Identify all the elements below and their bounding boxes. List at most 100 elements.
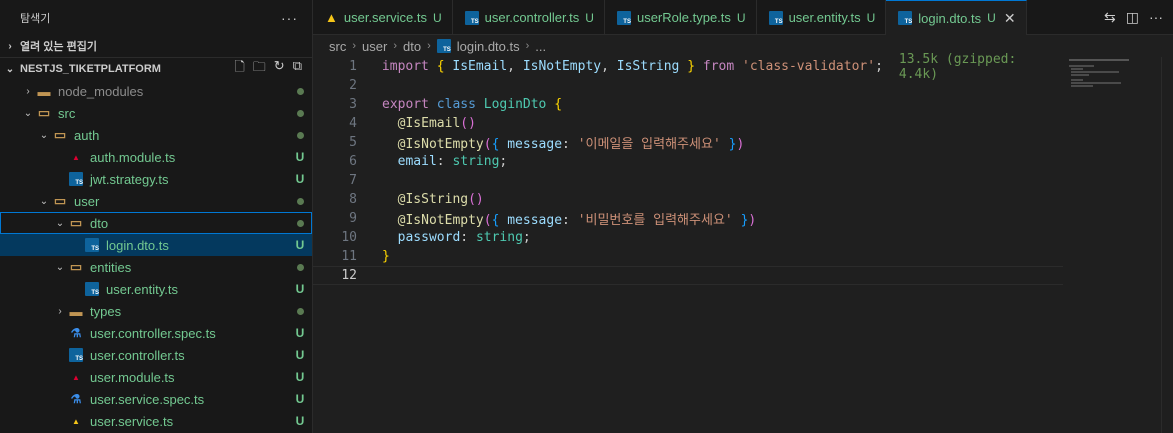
- line-number: 12: [341, 268, 357, 283]
- status-dot: [288, 304, 312, 318]
- refresh-icon[interactable]: ↻: [274, 58, 285, 80]
- line-number: 11: [341, 249, 357, 264]
- minimap[interactable]: [1063, 57, 1163, 117]
- breadcrumb-item[interactable]: user: [362, 39, 387, 54]
- project-label: NESTJS_TIKETPLATFORM: [20, 63, 161, 75]
- tab-status: U: [432, 10, 442, 25]
- explorer-title: 탐색기: [20, 12, 51, 25]
- chevron-down-icon: ⌄: [55, 217, 65, 229]
- compare-changes-icon[interactable]: ⇆: [1104, 9, 1116, 26]
- tree-item[interactable]: TS user.entity.ts U: [0, 278, 312, 300]
- tree-item-label: user.service.spec.ts: [90, 391, 205, 407]
- tree-item-label: jwt.strategy.ts: [90, 171, 169, 187]
- folder-icon: ▬: [37, 83, 51, 99]
- chevron-right-icon: ›: [352, 40, 357, 52]
- tree-item[interactable]: › ▬ types: [0, 300, 312, 322]
- tree-item[interactable]: TS login.dto.ts U: [0, 234, 312, 256]
- tree-item[interactable]: ▲ user.service.ts U: [0, 410, 312, 432]
- line-number: 6: [349, 154, 357, 169]
- tree-item-label: user: [74, 193, 100, 209]
- new-file-icon[interactable]: 🗋: [234, 58, 244, 80]
- tree-item-label: user.entity.ts: [106, 281, 179, 297]
- project-section[interactable]: ⌄ NESTJS_TIKETPLATFORM 🗋 🗀 ↻ ⧉: [0, 57, 312, 80]
- open-editors-section[interactable]: › 열려 있는 편집기: [0, 35, 312, 57]
- more-actions-icon[interactable]: ···: [1149, 9, 1163, 25]
- tree-item-label: entities: [90, 259, 132, 275]
- tree-item[interactable]: ⌄ ▭ src: [0, 102, 312, 124]
- collapse-all-icon[interactable]: ⧉: [293, 58, 302, 80]
- typescript-icon: TS: [68, 347, 84, 363]
- tree-item[interactable]: ⌄ ▭ dto: [0, 212, 312, 234]
- status-dot: [288, 106, 312, 120]
- tree-item[interactable]: ⚗ user.controller.spec.ts U: [0, 322, 312, 344]
- status-badge: U: [295, 370, 305, 384]
- tree-item[interactable]: ⚗ user.service.spec.ts U: [0, 388, 312, 410]
- status-badge: U: [295, 392, 305, 406]
- editor-tab[interactable]: TS login.dto.ts U ✕: [886, 0, 1027, 35]
- tab-label: user.entity.ts: [788, 10, 861, 25]
- status-badge: U: [295, 172, 305, 186]
- chevron-right-icon: ›: [525, 40, 530, 52]
- line-number: 1: [349, 59, 357, 74]
- tree-item[interactable]: › ▬ node_modules: [0, 80, 312, 102]
- explorer-header: 탐색기 ···: [0, 0, 312, 35]
- tree-item[interactable]: ▲ user.module.ts U: [0, 366, 312, 388]
- line-number: 5: [349, 135, 357, 150]
- close-icon[interactable]: ✕: [1004, 10, 1016, 27]
- new-folder-icon[interactable]: 🗀: [253, 58, 266, 80]
- tree-item[interactable]: ▲ auth.module.ts U: [0, 146, 312, 168]
- angular-icon: ▲: [72, 152, 80, 162]
- typescript-icon: TS: [84, 237, 100, 253]
- status-dot: [288, 260, 312, 274]
- line-number: 7: [349, 173, 357, 188]
- folder-open-icon: ▭: [69, 215, 83, 230]
- editor-tab[interactable]: ▲ user.service.ts U: [313, 0, 453, 35]
- breadcrumb-item[interactable]: ...: [535, 39, 546, 54]
- tree-item-label: login.dto.ts: [106, 237, 169, 253]
- chevron-down-icon: ⌄: [55, 261, 65, 273]
- status-dot: [288, 194, 312, 208]
- folder-open-icon: ▭: [53, 127, 67, 142]
- status-dot: [288, 84, 312, 98]
- more-actions-icon[interactable]: ···: [281, 10, 298, 26]
- split-editor-icon[interactable]: ◫: [1126, 9, 1139, 26]
- typescript-icon: TS: [436, 39, 451, 53]
- tab-label: user.controller.ts: [484, 10, 580, 25]
- chevron-right-icon: ›: [58, 305, 62, 317]
- folder-open-icon: ▭: [69, 259, 83, 274]
- tree-item-label: node_modules: [58, 83, 144, 99]
- tree-item[interactable]: ⌄ ▭ auth: [0, 124, 312, 146]
- editor-tab[interactable]: TS userRole.type.ts U: [605, 0, 757, 35]
- breadcrumb-item[interactable]: dto: [403, 39, 421, 54]
- tab-label: login.dto.ts: [918, 10, 982, 26]
- password-message: '비밀번호를 입력해주세요': [577, 213, 733, 228]
- chevron-down-icon: ⌄: [5, 63, 15, 75]
- typescript-icon: TS: [68, 171, 84, 187]
- tree-item[interactable]: ⌄ ▭ entities: [0, 256, 312, 278]
- tree-item[interactable]: TS user.controller.ts U: [0, 344, 312, 366]
- tree-item-label: auth: [74, 127, 100, 143]
- tab-label: userRole.type.ts: [636, 10, 731, 25]
- typescript-icon: TS: [616, 10, 631, 25]
- status-badge: U: [295, 348, 305, 362]
- tree-item-label: user.controller.spec.ts: [90, 325, 216, 341]
- tree-item[interactable]: ⌄ ▭ user: [0, 190, 312, 212]
- tab-status: U: [866, 10, 876, 25]
- vertical-scrollbar[interactable]: [1161, 57, 1173, 433]
- tree-item-label: user.controller.ts: [90, 347, 185, 363]
- file-tree: › ▬ node_modules ⌄ ▭ src ⌄ ▭ auth ▲ auth.module.ts…: [0, 80, 312, 432]
- angular-service-icon: ▲: [325, 10, 338, 25]
- chevron-down-icon: ⌄: [39, 129, 49, 141]
- email-message: '이메일을 입력해주세요': [577, 137, 721, 152]
- line-number: 2: [349, 78, 357, 93]
- breadcrumb-item[interactable]: login.dto.ts: [457, 39, 520, 54]
- code-editor[interactable]: 1 import { IsEmail, IsNotEmpty, IsString …: [313, 52, 1063, 285]
- tree-item-label: types: [90, 303, 122, 319]
- status-badge: U: [295, 414, 305, 428]
- tree-item[interactable]: TS jwt.strategy.ts U: [0, 168, 312, 190]
- breadcrumb-item[interactable]: src: [329, 39, 346, 54]
- editor-area: ▲ user.service.ts U TS user.controller.ts U TS…: [313, 0, 1173, 433]
- typescript-icon: TS: [464, 10, 479, 25]
- editor-tab[interactable]: TS user.entity.ts U: [757, 0, 887, 35]
- editor-tab[interactable]: TS user.controller.ts U: [453, 0, 605, 35]
